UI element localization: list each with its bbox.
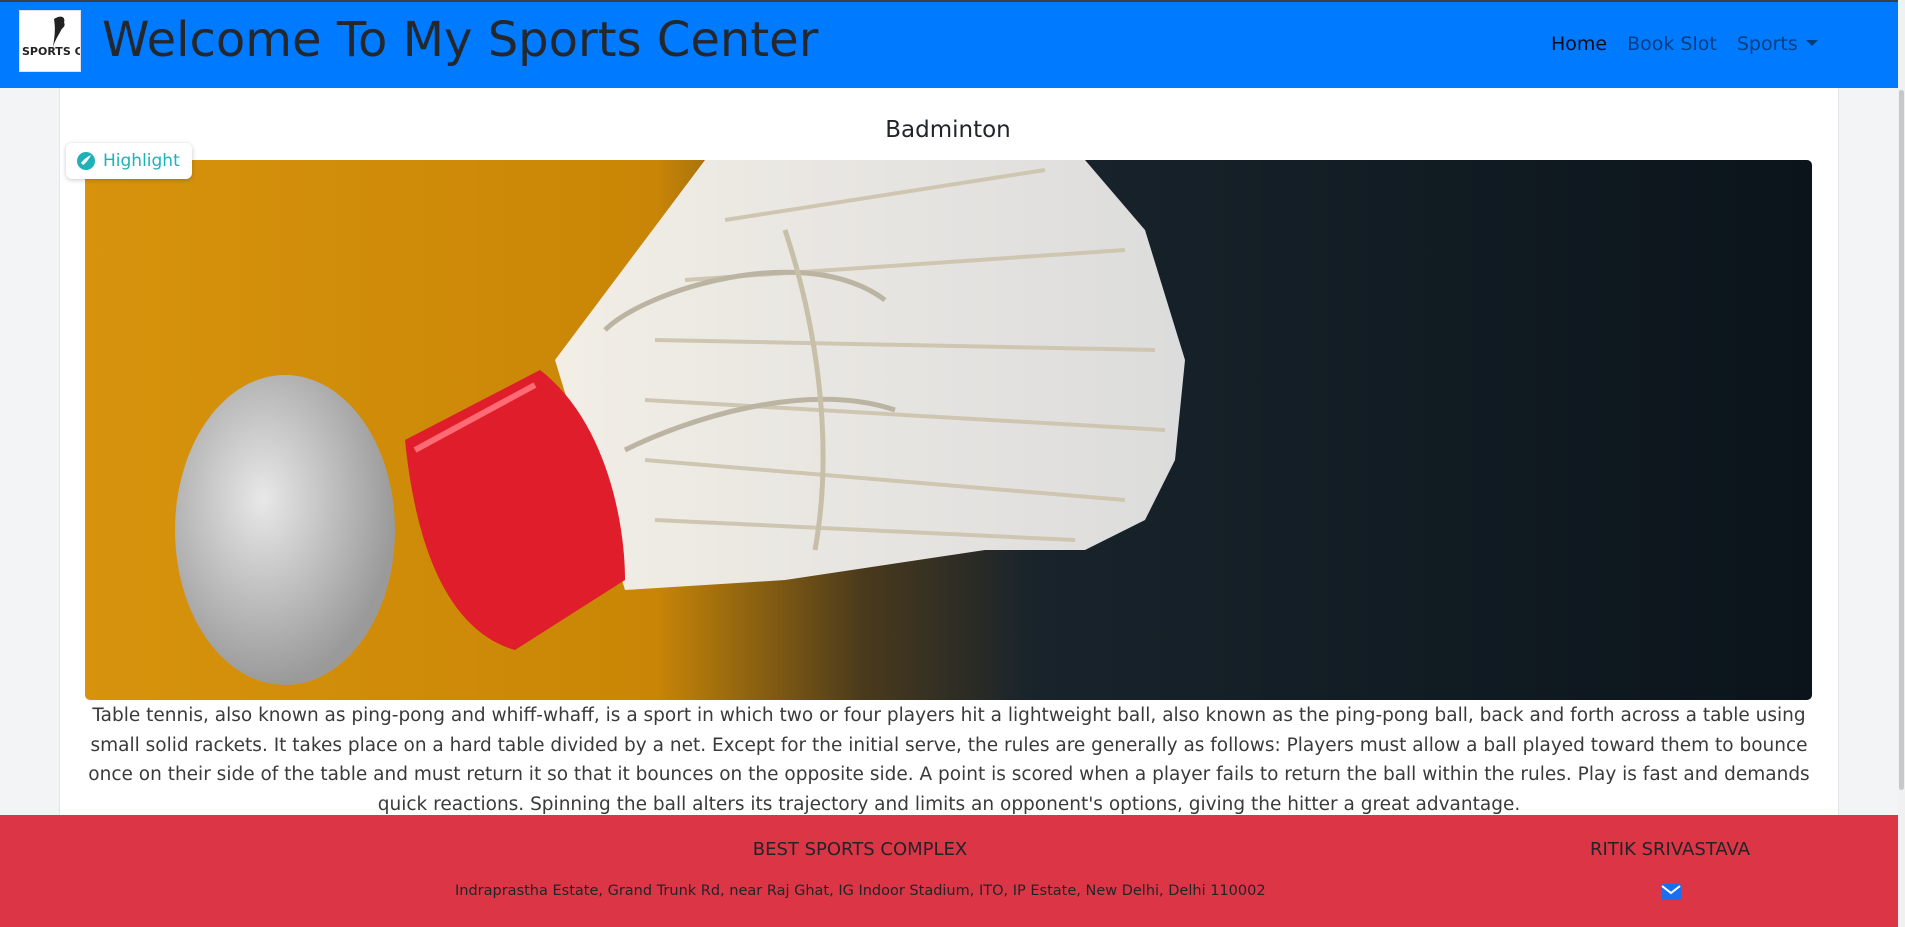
nav-sports-label: Sports <box>1736 33 1798 55</box>
navbar: SPORTS COMPLEX Welcome To My Sports Cent… <box>0 2 1898 88</box>
sport-description: Table tennis, also known as ping-pong an… <box>88 705 1810 815</box>
badminton-hero-image <box>85 160 1812 700</box>
nav-sports-dropdown[interactable]: Sports <box>1737 33 1818 55</box>
site-title: Welcome To My Sports Center <box>102 12 819 68</box>
footer-org-name: BEST SPORTS COMPLEX <box>752 839 968 860</box>
logo-text-line-1: SPORTS COMPLEX <box>22 45 80 58</box>
footer-address: Indraprastha Estate, Grand Trunk Rd, nea… <box>455 883 1266 899</box>
footer: BEST SPORTS COMPLEX Indraprastha Estate,… <box>0 815 1898 927</box>
shuttlecock-photo <box>85 160 1812 700</box>
caret-down-icon <box>1805 40 1818 46</box>
envelope-icon[interactable] <box>1661 884 1681 900</box>
logo[interactable]: SPORTS COMPLEX <box>19 10 81 72</box>
highlight-button[interactable]: Highlight <box>66 143 192 179</box>
nav-book-slot-link[interactable]: Book Slot <box>1627 33 1717 55</box>
section-heading: Badminton <box>885 117 1011 143</box>
sports-complex-logo: SPORTS COMPLEX <box>22 16 80 58</box>
highlight-icon <box>77 152 95 170</box>
nav-home-link[interactable]: Home <box>1551 33 1607 55</box>
scrollbar-thumb[interactable] <box>1899 90 1904 790</box>
footer-author: RITIK SRIVASTAVA <box>1589 839 1751 860</box>
highlight-label: Highlight <box>103 151 180 171</box>
nav-menu: Home Book Slot Sports <box>1551 30 1838 58</box>
